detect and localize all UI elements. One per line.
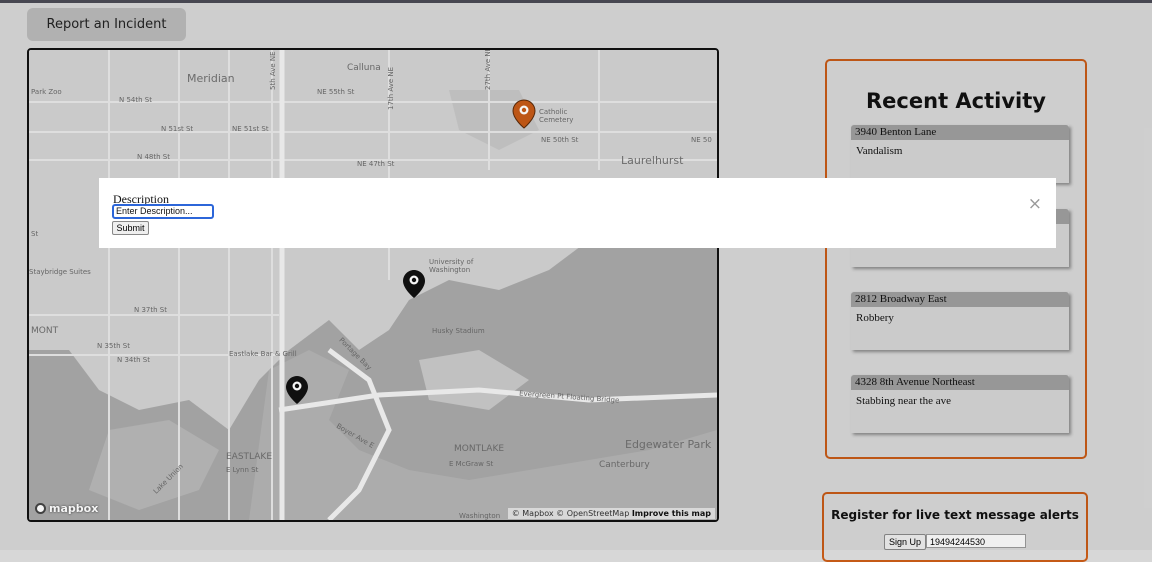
modal-backdrop[interactable]	[0, 0, 1152, 550]
description-input[interactable]: Enter Description...	[112, 204, 214, 219]
close-icon[interactable]: ×	[1028, 194, 1042, 214]
submit-button[interactable]: Submit	[112, 221, 149, 235]
description-modal: Description Enter Description... Submit …	[99, 178, 1056, 248]
